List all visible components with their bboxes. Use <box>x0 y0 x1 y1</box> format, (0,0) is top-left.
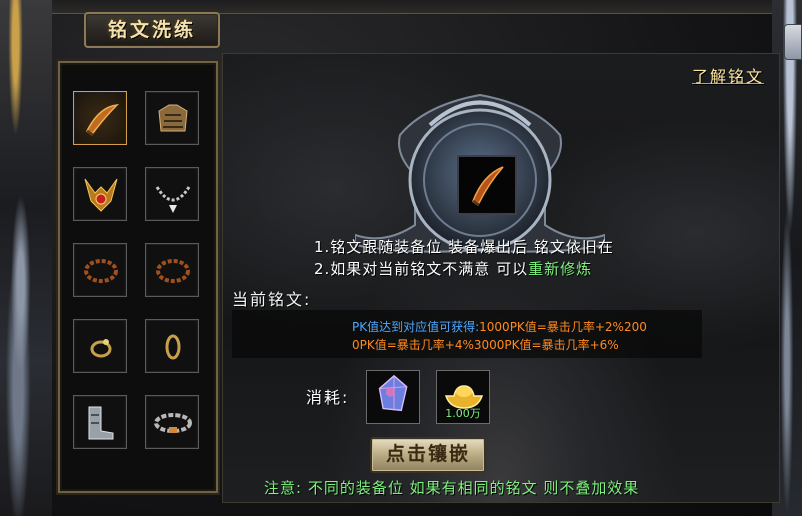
slot-helmet[interactable] <box>73 167 127 221</box>
blade-icon <box>85 104 120 137</box>
inscription-stat-box: PK值达到对应值可获得:1000PK值=暴击几率+2%200 0PK值=暴击几率… <box>232 310 702 358</box>
stat-line-1: PK值达到对应值可获得:1000PK值=暴击几率+2%200 <box>352 318 647 335</box>
equipment-slot-panel <box>58 61 218 493</box>
notice-text: 注意: 不同的装备位 如果有相同的铭文 则不叠加效果 <box>264 479 640 497</box>
stat-line-2: 0PK值=暴击几率+4%3000PK值=暴击几率+6% <box>352 336 619 353</box>
close-button[interactable] <box>784 24 802 60</box>
cost-label: 消耗: <box>306 388 350 407</box>
window-title: 铭文洗练 <box>107 19 196 41</box>
inlay-button[interactable]: 点击镶嵌 <box>370 437 486 473</box>
blade-icon <box>472 166 504 207</box>
stat-value-1: 1000PK值=暴击几率+2%200 <box>479 320 647 334</box>
gold-cost-amount: 1.00万 <box>445 407 481 420</box>
slot-boots[interactable] <box>73 395 127 449</box>
title-plate: 铭文洗练 <box>84 12 220 48</box>
rule-line-2: 2.如果对当前铭文不满意 可以重新修炼 <box>314 258 592 279</box>
stat-condition: PK值达到对应值可获得: <box>352 320 480 334</box>
belt-icon <box>154 413 192 433</box>
slot-ring-left[interactable] <box>73 319 127 373</box>
learn-inscription-link[interactable]: 了解铭文 <box>692 63 764 87</box>
slot-armor[interactable] <box>145 91 199 145</box>
slot-weapon[interactable] <box>73 91 127 145</box>
ring-icon <box>90 339 112 358</box>
ring-icon <box>165 334 181 360</box>
armor-icon <box>158 104 188 132</box>
helmet-icon <box>84 178 118 212</box>
rule-line-1: 1.铭文跟随装备位 装备爆出后 铭文依旧在 <box>314 238 614 256</box>
boots-icon <box>88 406 114 440</box>
cost-slot-gold[interactable]: 1.00万 <box>436 370 490 424</box>
dragon-ornament-left <box>0 0 52 516</box>
slot-ring-right[interactable] <box>145 319 199 373</box>
selected-item-frame <box>457 155 517 215</box>
slot-necklace[interactable] <box>145 167 199 221</box>
rule-line-2-text: 2.如果对当前铭文不满意 可以 <box>314 260 529 278</box>
inscription-refine-window: 铭文洗练 了解铭文 1.铭文跟随装备位 装备爆出后 铭文依旧在 2.如果对当前铭… <box>0 0 802 516</box>
slot-belt[interactable] <box>145 395 199 449</box>
slot-bracelet-left[interactable] <box>73 243 127 297</box>
bracelet-icon <box>84 259 118 283</box>
reforge-highlight[interactable]: 重新修炼 <box>528 260 592 278</box>
necklace-icon <box>155 186 191 213</box>
stat-value-2: 0PK值=暴击几率+4%3000PK值=暴击几率+6% <box>352 338 619 352</box>
cost-slot-crystal[interactable] <box>366 370 420 424</box>
slot-bracelet-right[interactable] <box>145 243 199 297</box>
current-inscription-label: 当前铭文: <box>232 290 312 309</box>
bracelet-icon <box>156 259 190 283</box>
crystal-gem-icon <box>378 374 408 412</box>
